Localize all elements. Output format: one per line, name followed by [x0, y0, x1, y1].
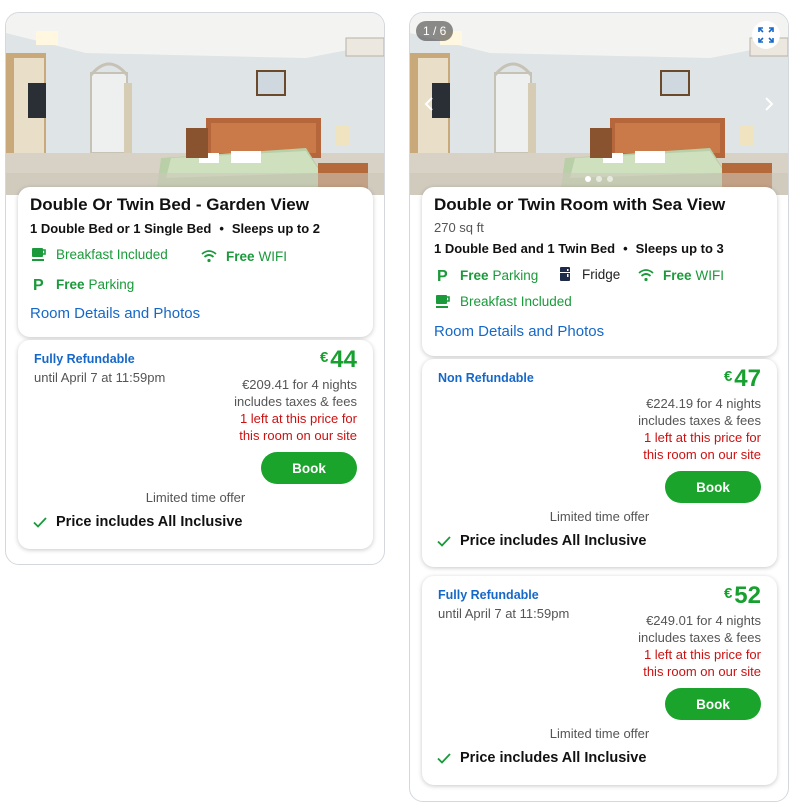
scarcity-line-1: 1 left at this price for	[643, 647, 761, 662]
amenity-strong: Free	[663, 267, 692, 283]
amenity-label: Fridge	[582, 266, 621, 282]
amenity-wifi: Free WIFI	[200, 247, 287, 265]
room-card: 1 / 6 Double or Twin Room with Sea View …	[409, 12, 789, 802]
beds-text: 1 Double Bed and 1 Twin Bed	[434, 241, 616, 256]
price-amount: 47	[734, 365, 761, 392]
limited-offer-text: Limited time offer	[145, 490, 246, 505]
wifi-icon	[637, 266, 655, 284]
parking-icon: P	[434, 266, 452, 284]
expand-icon	[758, 27, 774, 43]
checkmark-icon	[436, 750, 452, 766]
checkmark-icon	[436, 533, 452, 549]
parking-icon: P	[30, 275, 48, 293]
amenity-label: WIFI	[695, 267, 725, 283]
inclusion-text: Price includes All Inclusive	[460, 750, 647, 766]
amenity-breakfast: Breakfast Included	[434, 292, 572, 310]
taxes-note: includes taxes & fees	[638, 630, 761, 645]
amenity-parking: P Free Parking	[434, 266, 538, 284]
amenity-wifi: Free WIFI	[637, 266, 724, 284]
inclusion-note: Price includes All Inclusive	[32, 514, 242, 530]
total-price: €224.19 for 4 nights	[646, 396, 761, 411]
carousel-dot[interactable]	[607, 176, 613, 182]
room-title: Double or Twin Room with Sea View	[434, 195, 726, 214]
amenity-fridge: Fridge	[556, 265, 620, 283]
rate-offer: Fully Refundable until April 7 at 11:59p…	[18, 340, 373, 549]
refund-deadline: until April 7 at 11:59pm	[438, 606, 570, 621]
book-button[interactable]: Book	[665, 471, 761, 503]
photo-counter: 1 / 6	[416, 21, 454, 41]
amenity-strong: Free	[460, 267, 489, 283]
currency-symbol: €	[723, 368, 733, 385]
scarcity-line-2: this room on our site	[643, 447, 761, 462]
refund-policy[interactable]: Fully Refundable	[34, 352, 135, 366]
currency-symbol: €	[723, 585, 733, 602]
inclusion-text: Price includes All Inclusive	[460, 533, 647, 549]
refund-policy[interactable]: Non Refundable	[438, 371, 534, 385]
total-price: €209.41 for 4 nights	[242, 377, 357, 392]
svg-text:P: P	[437, 268, 448, 283]
room-card: Double Or Twin Bed - Garden View 1 Doubl…	[5, 12, 385, 565]
book-button[interactable]: Book	[665, 688, 761, 720]
limited-offer-text: Limited time offer	[549, 726, 650, 741]
taxes-note: includes taxes & fees	[234, 394, 357, 409]
room-info-panel: Double Or Twin Bed - Garden View 1 Doubl…	[18, 187, 373, 337]
room-size: 270 sq ft	[434, 220, 484, 235]
rate-offer: Fully Refundable until April 7 at 11:59p…	[422, 576, 777, 785]
bed-configuration: 1 Double Bed or 1 Single Bed • Sleeps up t…	[30, 221, 321, 236]
checkmark-icon	[32, 514, 48, 530]
chevron-left-icon	[424, 96, 434, 112]
amenity-label: Parking	[88, 276, 135, 292]
chevron-right-icon	[764, 96, 774, 112]
scarcity-line-1: 1 left at this price for	[239, 411, 357, 426]
nightly-price: €44	[320, 346, 357, 374]
amenity-label: Breakfast Included	[56, 246, 168, 262]
previous-photo-button[interactable]	[420, 93, 438, 115]
nightly-price: €52	[724, 582, 761, 610]
room-details-link[interactable]: Room Details and Photos	[30, 305, 200, 322]
amenity-label: Breakfast Included	[460, 293, 572, 309]
room-details-link[interactable]: Room Details and Photos	[434, 323, 604, 340]
coffee-cup-icon	[30, 245, 48, 263]
scarcity-line-2: this room on our site	[239, 428, 357, 443]
sleeps-text: Sleeps up to 3	[635, 241, 724, 256]
price-amount: 52	[734, 582, 761, 609]
amenity-label: WIFI	[258, 248, 288, 264]
rate-offer: Non Refundable €47 €224.19 for 4 nights …	[422, 359, 777, 567]
nightly-price: €47	[724, 365, 761, 393]
carousel-dots	[410, 176, 788, 182]
price-amount: 44	[330, 346, 357, 373]
next-photo-button[interactable]	[760, 93, 778, 115]
expand-photo-button[interactable]	[752, 21, 780, 49]
wifi-icon	[200, 247, 218, 265]
amenity-strong: Free	[56, 276, 85, 292]
currency-symbol: €	[319, 349, 329, 366]
room-photo-carousel[interactable]: 1 / 6	[410, 13, 788, 195]
book-button[interactable]: Book	[261, 452, 357, 484]
coffee-cup-icon	[434, 292, 452, 310]
room-title: Double Or Twin Bed - Garden View	[30, 195, 309, 214]
beds-text: 1 Double Bed or 1 Single Bed	[30, 221, 212, 236]
scarcity-line-1: 1 left at this price for	[643, 430, 761, 445]
amenity-parking: P Free Parking	[30, 275, 134, 293]
bed-configuration: 1 Double Bed and 1 Twin Bed • Sleeps up to…	[434, 241, 724, 256]
refund-policy[interactable]: Fully Refundable	[438, 588, 539, 602]
svg-text:P: P	[33, 277, 44, 292]
amenity-breakfast: Breakfast Included	[30, 245, 168, 263]
fridge-icon	[556, 265, 574, 283]
inclusion-note: Price includes All Inclusive	[436, 533, 646, 549]
inclusion-text: Price includes All Inclusive	[56, 514, 243, 530]
amenity-label: Parking	[492, 267, 539, 283]
limited-offer-text: Limited time offer	[549, 509, 650, 524]
amenity-strong: Free	[226, 248, 255, 264]
refund-deadline: until April 7 at 11:59pm	[34, 370, 166, 385]
inclusion-note: Price includes All Inclusive	[436, 750, 646, 766]
scarcity-line-2: this room on our site	[643, 664, 761, 679]
carousel-dot[interactable]	[585, 176, 591, 182]
room-info-panel: Double or Twin Room with Sea View 270 sq…	[422, 187, 777, 356]
carousel-dot[interactable]	[596, 176, 602, 182]
total-price: €249.01 for 4 nights	[646, 613, 761, 628]
sleeps-text: Sleeps up to 2	[231, 221, 321, 236]
taxes-note: includes taxes & fees	[638, 413, 761, 428]
room-photo[interactable]	[6, 13, 384, 195]
